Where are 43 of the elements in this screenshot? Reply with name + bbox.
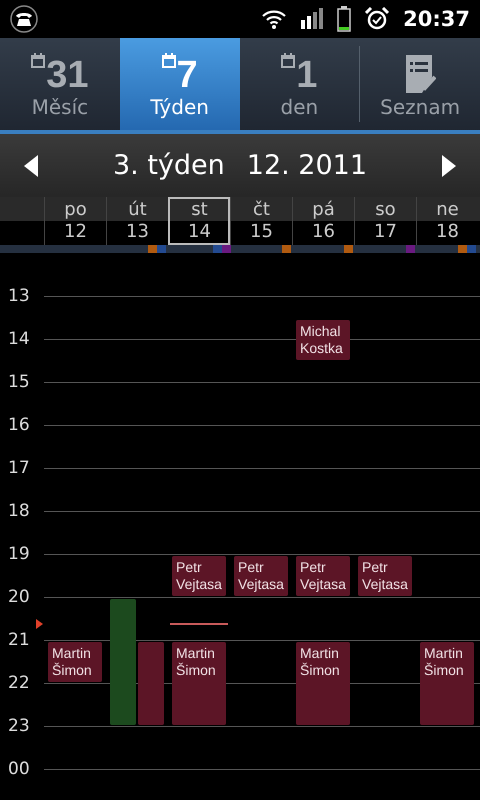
hour-label: 14: [7, 329, 31, 349]
calendar-number: 1: [296, 57, 318, 93]
hour-label: 22: [7, 673, 31, 693]
event-block[interactable]: Martin Šimon: [420, 642, 474, 725]
view-tab[interactable]: 31 Měsíc: [0, 38, 120, 130]
hour-label: 20: [7, 587, 31, 607]
calendar-number: 31: [46, 57, 89, 93]
calendar-icon: [162, 53, 176, 69]
checklist-icon: [404, 55, 436, 93]
day-header[interactable]: st 14: [168, 197, 230, 245]
event-block[interactable]: Petr Vejtasa: [234, 556, 288, 596]
hour-label: 13: [7, 286, 31, 306]
current-time-line: [170, 622, 228, 625]
calendar-number: 7: [176, 57, 198, 93]
event-block[interactable]: Martin Šimon: [48, 642, 102, 682]
signal-icon: [301, 8, 324, 30]
wifi-icon: [261, 8, 288, 30]
view-tab[interactable]: Seznam: [360, 38, 480, 130]
event-block[interactable]: Martin Šimon: [172, 642, 226, 725]
phone-icon: [10, 5, 38, 33]
hour-label: 00: [7, 759, 31, 779]
event-block[interactable]: Petr Vejtasa: [358, 556, 412, 596]
hour-label: 16: [7, 415, 31, 435]
event-block[interactable]: Martin Šimon: [296, 642, 350, 725]
hour-label: 19: [7, 544, 31, 564]
hour-label: 17: [7, 458, 31, 478]
month-year: 12. 2011: [246, 150, 367, 181]
alarm-clock-icon: [365, 7, 390, 31]
event-block[interactable]: Petr Vejtasa: [172, 556, 226, 596]
hour-label: 18: [7, 501, 31, 521]
clock-time: 20:37: [403, 7, 470, 31]
event-block[interactable]: Petr Vejtasa: [296, 556, 350, 596]
calendar-icon: [31, 53, 46, 69]
week-number: 3. týden: [112, 150, 225, 181]
current-time-marker-icon: [36, 618, 43, 629]
hour-label: 21: [7, 630, 31, 650]
hour-label: 15: [7, 372, 31, 392]
calendar-icon: [281, 53, 296, 69]
hour-label: 23: [7, 716, 31, 736]
event-block[interactable]: Michal Kostka: [296, 320, 350, 360]
view-tab[interactable]: 1 den: [240, 38, 360, 130]
battery-icon: [337, 6, 352, 32]
view-tab[interactable]: 7 Týden: [120, 38, 240, 130]
